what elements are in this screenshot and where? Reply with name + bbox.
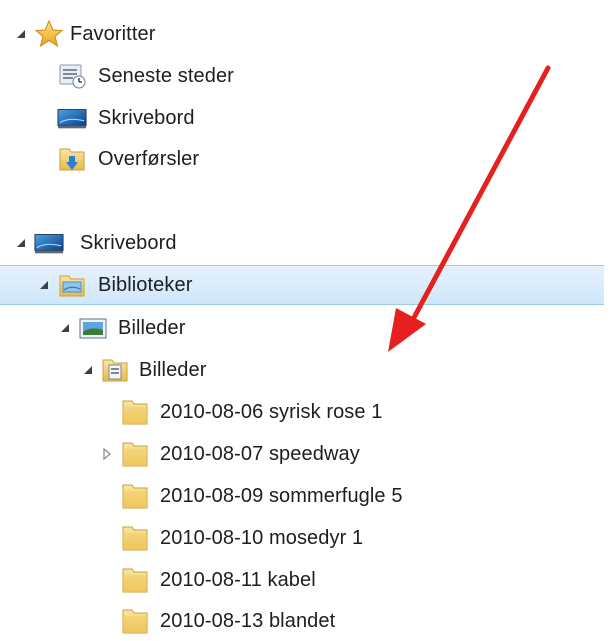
tree-item-libraries[interactable]: Biblioteker: [0, 265, 604, 305]
tree-item-downloads[interactable]: Overførsler: [0, 139, 604, 179]
tree-item-label: 2010-08-11 kabel: [160, 569, 316, 591]
tree-item-desktop[interactable]: Skrivebord: [0, 223, 604, 263]
tree-item-folder[interactable]: 2010-08-09 sommerfugle 5: [0, 476, 604, 516]
recent-places-icon: [57, 61, 87, 91]
tree-item-label: 2010-08-06 syrisk rose 1: [160, 401, 383, 423]
downloads-folder-icon: [57, 144, 87, 174]
folder-icon: [120, 397, 150, 427]
libraries-icon: [57, 270, 87, 300]
pictures-folder-icon: [100, 355, 130, 385]
folder-icon: [120, 439, 150, 469]
tree-item-label: Billeder: [139, 359, 207, 381]
collapse-arrow-icon[interactable]: [14, 27, 28, 41]
tree-item-folder[interactable]: 2010-08-13 blandet: [0, 601, 604, 641]
pictures-library-icon: [78, 313, 108, 343]
tree-item-label: Skrivebord: [80, 232, 177, 254]
tree-item-label: Overførsler: [98, 148, 200, 170]
desktop-icon: [34, 228, 64, 258]
collapse-arrow-icon[interactable]: [37, 278, 51, 292]
tree-item-label: 2010-08-10 mosedyr 1: [160, 527, 364, 549]
folder-icon: [120, 481, 150, 511]
tree-item-label: Seneste steder: [98, 65, 234, 87]
tree-item-label: 2010-08-09 sommerfugle 5: [160, 485, 403, 507]
folder-icon: [120, 523, 150, 553]
collapse-arrow-icon[interactable]: [14, 236, 28, 250]
tree-item-label: Favoritter: [70, 23, 156, 45]
collapse-arrow-icon[interactable]: [58, 321, 72, 335]
desktop-icon: [57, 103, 87, 133]
tree-item-folder[interactable]: 2010-08-06 syrisk rose 1: [0, 392, 604, 432]
tree-item-label: 2010-08-07 speedway: [160, 443, 360, 465]
navigation-tree: Favoritter Seneste steder Skrivebord Ove…: [0, 0, 610, 634]
tree-item-pictures-folder[interactable]: Billeder: [0, 350, 604, 390]
tree-item-pictures-library[interactable]: Billeder: [0, 308, 604, 348]
tree-item-desktop-favorite[interactable]: Skrivebord: [0, 98, 604, 138]
tree-item-recent-places[interactable]: Seneste steder: [0, 56, 604, 96]
tree-item-label: 2010-08-13 blandet: [160, 610, 336, 632]
tree-item-folder[interactable]: 2010-08-10 mosedyr 1: [0, 518, 604, 558]
folder-icon: [120, 606, 150, 636]
star-icon: [34, 19, 64, 49]
tree-item-folder[interactable]: 2010-08-11 kabel: [0, 560, 604, 600]
tree-item-label: Skrivebord: [98, 107, 195, 129]
tree-item-label: Billeder: [118, 317, 186, 339]
tree-item-folder[interactable]: 2010-08-07 speedway: [0, 434, 604, 474]
collapse-arrow-icon[interactable]: [81, 363, 95, 377]
tree-item-label: Biblioteker: [98, 274, 193, 296]
expand-arrow-icon[interactable]: [100, 447, 114, 461]
folder-icon: [120, 565, 150, 595]
tree-item-favorites[interactable]: Favoritter: [0, 14, 604, 54]
